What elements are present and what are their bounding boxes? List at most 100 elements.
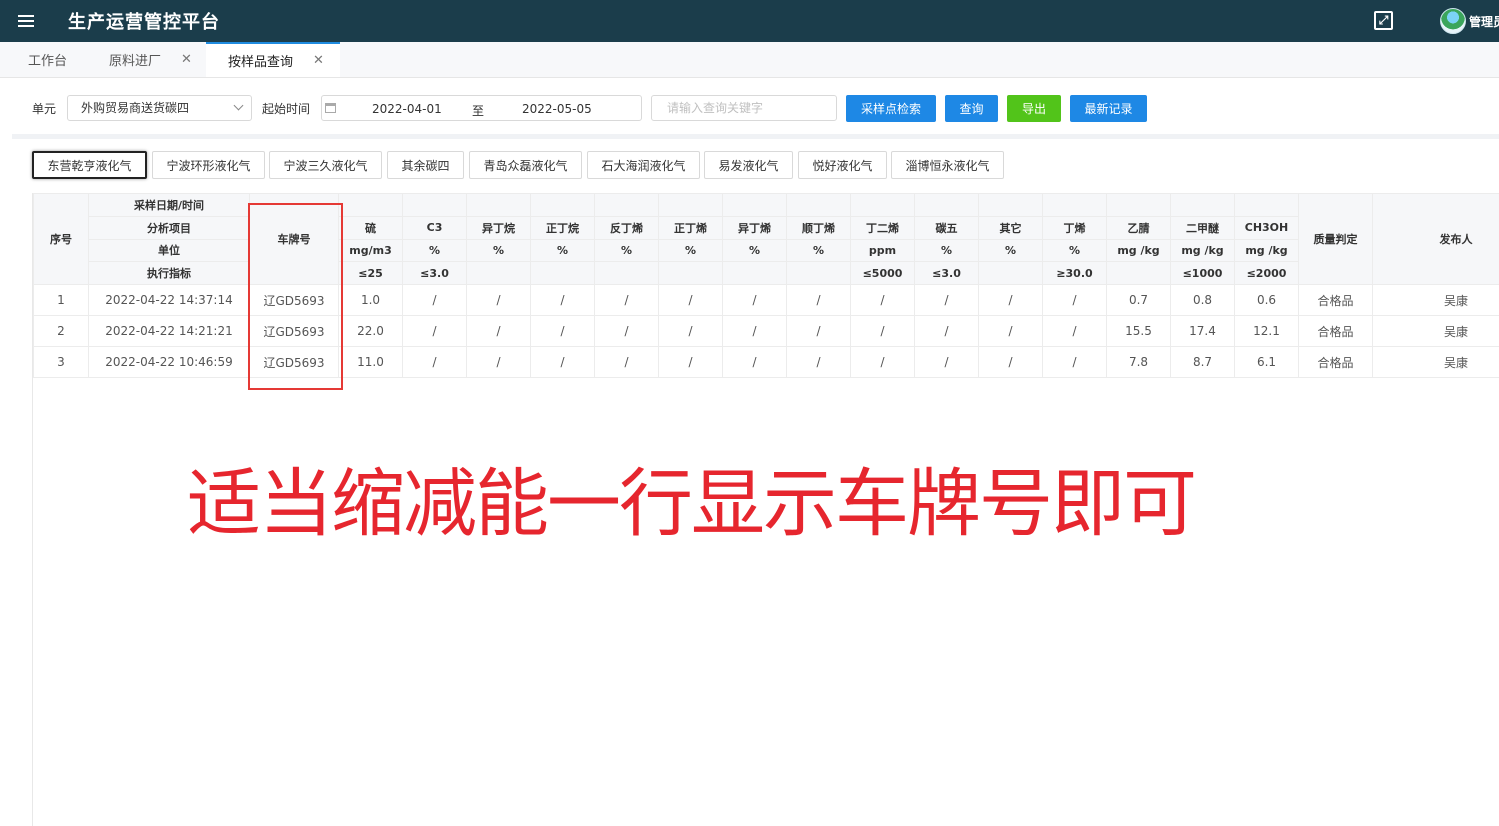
sample-point-search-button[interactable]: 采样点检索: [846, 95, 936, 122]
source-button[interactable]: 青岛众磊液化气: [469, 151, 582, 179]
cell-value: 0.7: [1106, 284, 1171, 316]
col-header-analyte-spec: [786, 261, 851, 285]
col-header-analyte: 顺丁烯: [786, 215, 851, 240]
cell-value: 12.1: [1234, 315, 1299, 347]
col-header-analyte: 硫: [338, 215, 403, 240]
cell-value: /: [594, 315, 659, 347]
start-time-label: 起始时间: [262, 102, 311, 116]
cell-value: 15.5: [1106, 315, 1171, 347]
close-icon[interactable]: ✕: [313, 53, 324, 68]
cell-value: /: [1042, 346, 1107, 378]
date-to[interactable]: 2022-05-05: [522, 102, 592, 116]
export-button[interactable]: 导出: [1007, 95, 1061, 122]
col-header-analyte: CH3OH: [1234, 215, 1299, 240]
review-annotation: 适当缩减能一行显示车牌号即可: [187, 461, 1197, 547]
tab-sample-query[interactable]: 按样品查询 ✕: [205, 42, 340, 77]
section-divider: [12, 134, 1499, 139]
col-header-analyte-unit: mg /kg: [1234, 238, 1299, 263]
col-header-spacer: [466, 193, 531, 217]
col-header-analyte-unit: ppm: [850, 238, 915, 263]
col-header-spacer: [722, 193, 787, 217]
cell-value: /: [1042, 284, 1107, 316]
cell-plate: 辽GD5693: [249, 284, 339, 316]
menu-icon[interactable]: [18, 15, 34, 27]
cell-value: /: [594, 284, 659, 316]
fullscreen-icon[interactable]: ⤢: [1374, 11, 1393, 30]
unit-select[interactable]: 外购贸易商送货碳四: [67, 95, 252, 121]
cell-index: 2: [33, 315, 89, 347]
cell-value: /: [402, 315, 467, 347]
source-button[interactable]: 其余碳四: [387, 151, 464, 179]
col-header-analyte-unit: %: [722, 238, 787, 263]
source-button[interactable]: 淄博恒永液化气: [891, 151, 1004, 179]
table-row[interactable]: 3 2022-04-22 10:46:59 辽GD5693 11.0// / / / / / / /…: [33, 346, 1499, 378]
col-header-analyte: 碳五: [914, 215, 979, 240]
cell-value: /: [914, 284, 979, 316]
col-header-publisher: 发布人: [1372, 193, 1499, 285]
cell-publisher: 吴康: [1372, 315, 1499, 347]
query-button[interactable]: 查询: [945, 95, 998, 122]
table-row[interactable]: 2 2022-04-22 14:21:21 辽GD5693 22.0// / / / / / / /…: [33, 315, 1499, 347]
cell-publisher: 吴康: [1372, 346, 1499, 378]
col-header-spacer: [1042, 193, 1107, 217]
cell-value: 0.6: [1234, 284, 1299, 316]
keyword-search-input[interactable]: [651, 95, 837, 121]
col-header-analyte-spec: ≤1000: [1170, 261, 1235, 285]
date-range-picker[interactable]: 2022-04-01 至 2022-05-05: [321, 95, 642, 121]
cell-value: /: [978, 315, 1043, 347]
tab-workbench[interactable]: 工作台: [0, 42, 95, 77]
cell-value: 7.8: [1106, 346, 1171, 378]
source-button[interactable]: 宁波环形液化气: [152, 151, 265, 179]
latest-records-button[interactable]: 最新记录: [1070, 95, 1147, 122]
col-header-spacer: [594, 193, 659, 217]
tab-raw-material[interactable]: 原料进厂 ✕: [95, 42, 206, 77]
cell-value: /: [850, 315, 915, 347]
cell-plate: 辽GD5693: [249, 346, 339, 378]
col-header-spacer: [914, 193, 979, 217]
unit-label: 单元: [32, 102, 57, 116]
cell-value: 0.8: [1170, 284, 1235, 316]
col-header-analyte-unit: mg/m3: [338, 238, 403, 263]
top-bar: 生产运营管控平台 ⤢ 管理员: [0, 0, 1499, 42]
col-header-analyte-spec: [1106, 261, 1171, 285]
close-icon[interactable]: ✕: [181, 52, 192, 67]
cell-value: /: [722, 346, 787, 378]
date-from[interactable]: 2022-04-01: [372, 102, 442, 116]
source-button[interactable]: 易发液化气: [704, 151, 793, 179]
col-header-analyte-spec: ≤3.0: [914, 261, 979, 285]
cell-value: 11.0: [338, 346, 403, 378]
col-header-analyte-unit: %: [402, 238, 467, 263]
chevron-down-icon: [233, 100, 244, 111]
cell-value: 22.0: [338, 315, 403, 347]
col-header-index: 序号: [33, 193, 89, 285]
col-header-analyte: 正丁烷: [530, 215, 595, 240]
cell-value: /: [786, 346, 851, 378]
col-header-analyte-unit: %: [786, 238, 851, 263]
cell-value: /: [530, 346, 595, 378]
cell-value: /: [786, 284, 851, 316]
col-header-spec: 执行指标: [88, 261, 250, 285]
calendar-icon: [325, 103, 336, 113]
source-button[interactable]: 石大海润液化气: [587, 151, 700, 179]
source-button[interactable]: 宁波三久液化气: [269, 151, 382, 179]
cell-plate: 辽GD5693: [249, 315, 339, 347]
user-name[interactable]: 管理员: [1469, 13, 1499, 30]
col-header-analyte-spec: ≤3.0: [402, 261, 467, 285]
col-header-analyte-spec: [978, 261, 1043, 285]
source-button[interactable]: 东营乾亨液化气: [32, 151, 147, 179]
source-button[interactable]: 悦好液化气: [798, 151, 887, 179]
cell-time: 2022-04-22 10:46:59: [88, 346, 250, 378]
col-header-spacer: [786, 193, 851, 217]
cell-value: /: [658, 315, 723, 347]
avatar[interactable]: [1440, 8, 1466, 34]
tab-label: 按样品查询: [227, 55, 293, 70]
table-row[interactable]: 1 2022-04-22 14:37:14 辽GD5693 1.0// / / / / / / / /…: [33, 284, 1499, 316]
col-header-spacer: [1170, 193, 1235, 217]
col-header-item: 分析项目: [88, 215, 250, 240]
filter-bar: 单元 外购贸易商送货碳四 起始时间 2022-04-01 至 2022-05-0…: [0, 78, 1499, 136]
col-header-analyte: C3: [402, 215, 467, 240]
col-header-quality: 质量判定: [1298, 193, 1373, 285]
unit-select-value: 外购贸易商送货碳四: [81, 101, 190, 115]
col-header-analyte: 其它: [978, 215, 1043, 240]
col-header-analyte-spec: ≥30.0: [1042, 261, 1107, 285]
